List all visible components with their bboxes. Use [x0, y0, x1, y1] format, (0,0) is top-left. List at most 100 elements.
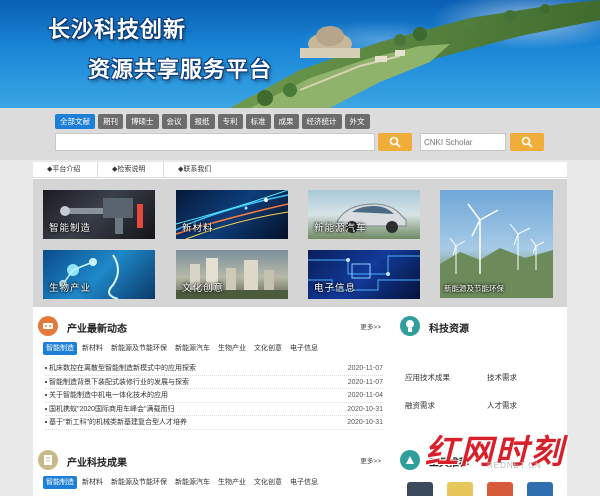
document-icon [38, 450, 58, 470]
tool-shortcut-icon[interactable] [487, 482, 513, 496]
industry-news-tabs: 智能制造 新材料 新能源及节能环保 新能源汽车 生物产业 文化创意 电子信息 [43, 342, 321, 355]
search-tab-theses[interactable]: 博硕士 [126, 114, 159, 129]
tile-label: 电子信息 [314, 283, 357, 294]
nav-contact-us[interactable]: ◆联系我们 [163, 162, 229, 178]
tile-new-materials[interactable]: 新材料 [176, 190, 288, 239]
industry-tiles: 智能制造 新材料 新能源汽车 生物产业 文化创意 电子信息 新能源及节能环保 [33, 179, 567, 307]
nav-search-help[interactable]: ◆检索说明 [97, 162, 163, 178]
sub-navigation: ◆平台介绍 ◆检索说明 ◆联系我们 [33, 162, 567, 178]
bullet [45, 380, 47, 383]
tech-resources-panel: 科技资源 应用技术成果 技术需求 融资需求 人才需求 [395, 312, 567, 442]
news-list: 机床数控在离散型智能制造新模式中的应用探索 2020-11-07 智能制造背景下装… [45, 362, 383, 430]
subtab-new-energy-environmental[interactable]: 新能源及节能环保 [108, 476, 170, 489]
tile-label: 新能源汽车 [314, 223, 367, 234]
bullet [45, 407, 47, 410]
search-tabs: 全部文献 期刊 博硕士 会议 报纸 专利 标准 成果 经济统计 外文 [55, 114, 370, 129]
tech-results-panel: 产业科技成果 更多>> 智能制造 新材料 新能源及节能环保 新能源汽车 生物产业… [33, 446, 391, 496]
scholar-search-input[interactable] [420, 133, 506, 151]
tile-label: 新材料 [182, 223, 214, 234]
search-tab-standards[interactable]: 标准 [245, 114, 271, 129]
industry-news-panel: 产业最新动态 更多>> 智能制造 新材料 新能源及节能环保 新能源汽车 生物产业… [33, 312, 391, 442]
news-title[interactable]: 基于"新工科"的机械类新基建复合型人才培养 [49, 416, 319, 430]
search-tab-conferences[interactable]: 会议 [161, 114, 187, 129]
link-tech-demand[interactable]: 技术需求 [487, 372, 517, 383]
scholar-search-button[interactable] [510, 133, 544, 151]
tile-label: 新能源及节能环保 [444, 284, 504, 293]
news-item[interactable]: 机床数控在离散型智能制造新模式中的应用探索 2020-11-07 [45, 362, 383, 376]
panel-header: 产业最新动态 更多>> [33, 312, 391, 338]
subtab-new-energy-vehicles[interactable]: 新能源汽车 [172, 342, 213, 355]
news-item[interactable]: 关于智能制造中机电一体化技术的应用 2020-11-04 [45, 389, 383, 403]
news-item[interactable]: 智能制造背景下装配式装修行业的发展与探索 2020-11-07 [45, 376, 383, 390]
subtab-biological-industry[interactable]: 生物产业 [215, 476, 249, 489]
bullet [45, 421, 47, 423]
lightbulb-icon [400, 316, 420, 336]
news-title[interactable]: 智能制造背景下装配式装修行业的发展与探索 [49, 376, 319, 390]
search-tab-achievements[interactable]: 成果 [273, 114, 299, 129]
news-title[interactable]: 机床数控在离散型智能制造新模式中的应用探索 [49, 362, 319, 376]
search-icon [389, 136, 401, 148]
news-date: 2020-10-31 [347, 405, 383, 413]
news-icon [38, 316, 58, 336]
panel-header: 科技资源 [395, 312, 567, 338]
subtab-cultural-creativity[interactable]: 文化创意 [251, 342, 285, 355]
subtab-new-materials[interactable]: 新材料 [79, 476, 106, 489]
subtab-electronic-information[interactable]: 电子信息 [287, 342, 321, 355]
search-tab-newspapers[interactable]: 报纸 [189, 114, 215, 129]
news-date: 2020-11-07 [347, 378, 383, 386]
tool-shortcut-icon[interactable] [407, 482, 433, 496]
search-button[interactable] [378, 133, 412, 151]
news-date: 2020-11-07 [347, 365, 383, 372]
subtab-new-energy-vehicles[interactable]: 新能源汽车 [172, 476, 213, 489]
tech-results-tabs: 智能制造 新材料 新能源及节能环保 新能源汽车 生物产业 文化创意 电子信息 [43, 476, 321, 489]
news-date: 2020-11-04 [347, 392, 383, 399]
tile-label: 文化创意 [182, 283, 225, 294]
news-date: 2020-10-31 [347, 419, 383, 426]
link-financing-demand[interactable]: 融资需求 [405, 400, 435, 411]
more-link[interactable]: 更多>> [360, 321, 381, 331]
rednet-watermark: 红网时刻 REDNET.CN [425, 425, 590, 471]
subtab-intelligent-manufacturing[interactable]: 智能制造 [43, 342, 77, 355]
panel-title: 产业科技成果 [67, 458, 127, 469]
tile-cultural-creativity[interactable]: 文化创意 [176, 250, 288, 299]
subtab-new-materials[interactable]: 新材料 [79, 342, 106, 355]
platform-title-line2: 资源共享服务平台 [88, 58, 273, 83]
wind-turbine-image [440, 203, 553, 298]
search-tab-statistics[interactable]: 经济统计 [301, 114, 342, 129]
panel-title: 科技资源 [429, 324, 469, 335]
watermark-url: REDNET.CN [487, 461, 542, 470]
link-talent-demand[interactable]: 人才需求 [487, 400, 517, 411]
news-item[interactable]: 基于"新工科"的机械类新基建复合型人才培养 2020-10-31 [45, 416, 383, 430]
news-title[interactable]: 关于智能制造中机电一体化技术的应用 [49, 389, 319, 403]
tile-new-energy-vehicles[interactable]: 新能源汽车 [308, 190, 420, 239]
header-banner: 长沙科技创新 资源共享服务平台 [0, 0, 600, 108]
news-title[interactable]: 国机携蚁"2020国际商用车峰会"满载而归 [49, 403, 319, 417]
bullet [45, 394, 47, 396]
search-tab-all[interactable]: 全部文献 [55, 114, 95, 129]
tile-intelligent-manufacturing[interactable]: 智能制造 [43, 190, 155, 239]
search-tab-foreign[interactable]: 外文 [344, 114, 370, 129]
platform-title-line1: 长沙科技创新 [48, 18, 187, 43]
tile-electronic-information[interactable]: 电子信息 [308, 250, 420, 299]
tile-new-energy-environmental[interactable]: 新能源及节能环保 [440, 190, 553, 298]
tool-shortcut-icon[interactable] [447, 482, 473, 496]
subtab-intelligent-manufacturing[interactable]: 智能制造 [43, 476, 77, 489]
link-applied-tech-results[interactable]: 应用技术成果 [405, 372, 450, 383]
subtab-electronic-information[interactable]: 电子信息 [287, 476, 321, 489]
tile-biological-industry[interactable]: 生物产业 [43, 250, 155, 299]
more-link[interactable]: 更多>> [360, 455, 381, 465]
bullet [45, 367, 47, 369]
tool-shortcut-icon[interactable] [527, 482, 553, 496]
news-item[interactable]: 国机携蚁"2020国际商用车峰会"满载而归 2020-10-31 [45, 403, 383, 417]
search-input[interactable] [55, 133, 375, 151]
search-area: 全部文献 期刊 博硕士 会议 报纸 专利 标准 成果 经济统计 外文 [0, 108, 600, 160]
search-icon [521, 136, 533, 148]
search-tab-patents[interactable]: 专利 [217, 114, 243, 129]
tile-label: 智能制造 [49, 223, 92, 234]
search-tab-journals[interactable]: 期刊 [98, 114, 123, 129]
subtab-cultural-creativity[interactable]: 文化创意 [251, 476, 285, 489]
tools-icon [400, 450, 420, 470]
nav-platform-intro[interactable]: ◆平台介绍 [33, 162, 97, 178]
subtab-new-energy-environmental[interactable]: 新能源及节能环保 [108, 342, 170, 355]
subtab-biological-industry[interactable]: 生物产业 [215, 342, 249, 355]
